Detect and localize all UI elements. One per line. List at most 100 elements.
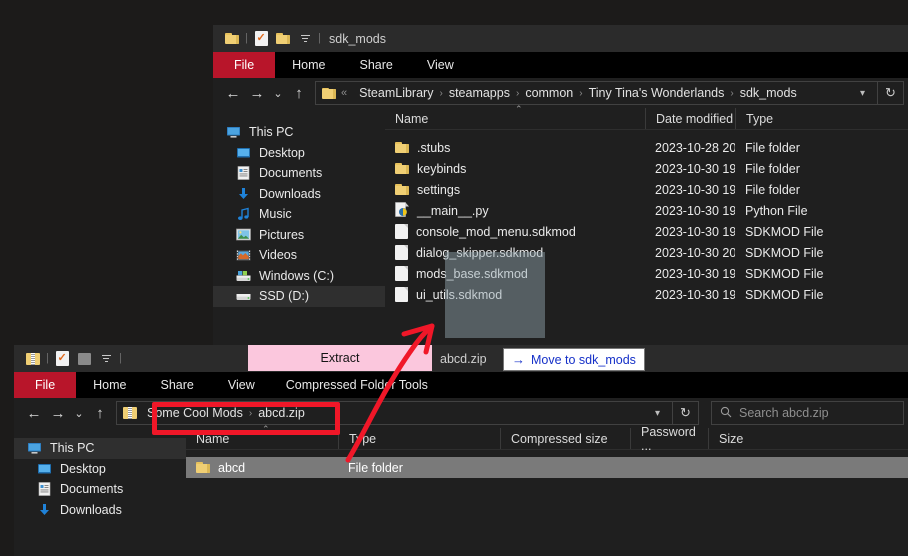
sidebar-item-ssd-d[interactable]: SSD (D:) [213, 286, 385, 307]
refresh-button[interactable]: ↻ [673, 401, 699, 425]
table-row[interactable]: keybinds 2023-10-30 19:32 File folder [385, 158, 908, 179]
column-headers[interactable]: Name ⌃ Date modified Type [385, 104, 908, 130]
generic-file-icon [395, 224, 408, 239]
file-list-pane[interactable]: Name ⌃ Type Compressed size Password ...… [186, 424, 908, 556]
explorer-window-abcd-zip[interactable]: | ✓ | Extract abcd.zip File Home Share V… [14, 345, 908, 556]
sidebar-item-this-pc[interactable]: This PC [213, 122, 385, 143]
column-header-size[interactable]: Size [708, 428, 908, 449]
navigation-bar[interactable]: ← → ⌄ ↑ « SteamLibrary › steamapps › com… [213, 78, 908, 108]
column-header-password[interactable]: Password ... [630, 425, 708, 453]
file-list[interactable]: abcd File folder [186, 450, 908, 478]
sidebar-item-downloads[interactable]: Downloads [14, 500, 186, 521]
ribbon-tab-share[interactable]: Share [343, 52, 410, 78]
column-header-date-modified[interactable]: Date modified [645, 108, 735, 129]
customize-quick-access-icon[interactable] [294, 28, 316, 50]
navigation-bar[interactable]: ← → ⌄ ↑ Some Cool Mods › abcd.zip ▾ ↻ Se… [14, 398, 908, 428]
window-content: This PC Desktop Documents [213, 104, 908, 350]
table-row[interactable]: settings 2023-10-30 19:32 File folder [385, 179, 908, 200]
address-bar[interactable]: Some Cool Mods › abcd.zip ▾ [116, 401, 673, 425]
forward-button[interactable]: → [245, 81, 269, 105]
sidebar-item-documents[interactable]: Documents [14, 479, 186, 500]
column-header-type[interactable]: Type [735, 108, 908, 129]
back-button[interactable]: ← [22, 401, 46, 425]
customize-quick-access-icon[interactable] [95, 348, 117, 370]
new-folder-icon[interactable] [73, 348, 95, 370]
chevron-down-icon[interactable]: ▾ [649, 408, 666, 419]
up-button[interactable]: ↑ [287, 81, 311, 105]
ribbon-tab-home[interactable]: Home [275, 52, 342, 78]
up-button[interactable]: ↑ [88, 401, 112, 425]
drive-icon [235, 269, 251, 283]
pictures-icon [235, 228, 251, 242]
navigation-pane[interactable]: This PC Desktop Documents [14, 428, 186, 556]
column-headers[interactable]: Name ⌃ Type Compressed size Password ...… [186, 424, 908, 453]
navigation-pane[interactable]: This PC Desktop Documents [213, 108, 385, 350]
sidebar-item-label: Music [259, 207, 292, 222]
breadcrumb-item-steamlibrary[interactable]: SteamLibrary [354, 86, 438, 100]
ribbon-tabs[interactable]: File Home Share View Compressed Folder T… [14, 372, 908, 398]
breadcrumb-item-sdk-mods[interactable]: sdk_mods [735, 86, 802, 100]
column-header-type[interactable]: Type [338, 428, 500, 449]
forward-button[interactable]: → [46, 401, 70, 425]
explorer-window-sdk-mods[interactable]: | ✓ | sdk_mods File Home Share View ← → … [213, 25, 908, 350]
ribbon-tab-view[interactable]: View [410, 52, 471, 78]
zip-folder-icon[interactable] [22, 348, 44, 370]
sidebar-item-documents[interactable]: Documents [213, 163, 385, 184]
table-row[interactable]: console_mod_menu.sdkmod 2023-10-30 19:32… [385, 221, 908, 242]
breadcrumb-overflow-icon[interactable]: « [341, 87, 349, 99]
table-row[interactable]: mods_base.sdkmod 2023-10-30 19:32 SDKMOD… [385, 263, 908, 284]
table-row[interactable]: abcd File folder [186, 457, 908, 478]
table-row[interactable]: ui_utils.sdkmod 2023-10-30 19:32 SDKMOD … [385, 284, 908, 305]
back-button[interactable]: ← [221, 81, 245, 105]
search-input[interactable]: Search abcd.zip [711, 401, 904, 425]
table-row[interactable]: dialog_skipper.sdkmod 2023-10-30 20:10 S… [385, 242, 908, 263]
file-list-pane[interactable]: Name ⌃ Date modified Type .stubs 2023-10… [385, 104, 908, 350]
breadcrumb-item-common[interactable]: common [520, 86, 578, 100]
sidebar-item-windows-c[interactable]: Windows (C:) [213, 266, 385, 287]
ribbon-tab-compressed-folder-tools[interactable]: Compressed Folder Tools [272, 372, 442, 398]
ribbon-tabs[interactable]: File Home Share View [213, 52, 908, 78]
address-bar[interactable]: « SteamLibrary › steamapps › common › Ti… [315, 81, 878, 105]
sidebar-item-videos[interactable]: Videos [213, 245, 385, 266]
column-header-name[interactable]: Name ⌃ [186, 424, 338, 449]
breadcrumb[interactable]: Some Cool Mods › abcd.zip [142, 406, 310, 420]
properties-icon[interactable]: ✓ [51, 348, 73, 370]
sidebar-item-desktop[interactable]: Desktop [14, 459, 186, 480]
chevron-down-icon[interactable]: ▾ [854, 88, 871, 99]
column-header-name[interactable]: Name ⌃ [385, 104, 645, 129]
file-date: 2023-10-30 19:32 [655, 287, 735, 302]
sidebar-item-downloads[interactable]: Downloads [213, 184, 385, 205]
column-header-compressed-size[interactable]: Compressed size [500, 428, 630, 449]
sidebar-item-this-pc[interactable]: This PC [14, 438, 186, 459]
sidebar-item-label: Desktop [259, 145, 305, 160]
breadcrumb[interactable]: SteamLibrary › steamapps › common › Tiny… [354, 86, 802, 100]
address-zip-icon [123, 407, 137, 419]
sidebar-item-label: Desktop [60, 461, 106, 476]
properties-icon[interactable]: ✓ [250, 28, 272, 50]
ribbon-tab-file[interactable]: File [213, 52, 276, 78]
recent-locations-button[interactable]: ⌄ [269, 81, 287, 105]
new-folder-icon[interactable] [272, 28, 294, 50]
title-bar[interactable]: | ✓ | Extract abcd.zip [14, 345, 908, 372]
sidebar-item-desktop[interactable]: Desktop [213, 143, 385, 164]
recent-locations-button[interactable]: ⌄ [70, 401, 88, 425]
ribbon-tab-share[interactable]: Share [144, 372, 211, 398]
contextual-tab-extract-header[interactable]: Extract [248, 345, 432, 371]
table-row[interactable]: .stubs 2023-10-28 20:20 File folder [385, 137, 908, 158]
ribbon-tab-file[interactable]: File [14, 372, 77, 398]
title-bar[interactable]: | ✓ | sdk_mods [213, 25, 908, 52]
breadcrumb-item-steamapps[interactable]: steamapps [444, 86, 515, 100]
ribbon-tab-home[interactable]: Home [76, 372, 143, 398]
ribbon-tab-view[interactable]: View [211, 372, 272, 398]
refresh-button[interactable]: ↻ [878, 81, 904, 105]
sidebar-item-pictures[interactable]: Pictures [213, 225, 385, 246]
breadcrumb-item-some-cool-mods[interactable]: Some Cool Mods [142, 406, 248, 420]
folder-icon[interactable] [221, 28, 243, 50]
sidebar-item-music[interactable]: Music [213, 204, 385, 225]
breadcrumb-item-tiny-tinas-wonderlands[interactable]: Tiny Tina's Wonderlands [584, 86, 730, 100]
file-list[interactable]: .stubs 2023-10-28 20:20 File folder keyb… [385, 130, 908, 305]
sidebar-item-label: SSD (D:) [259, 289, 309, 304]
table-row[interactable]: __main__.py 2023-10-30 19:32 Python File [385, 200, 908, 221]
breadcrumb-item-abcd-zip[interactable]: abcd.zip [253, 406, 310, 420]
file-type: SDKMOD File [745, 287, 824, 302]
